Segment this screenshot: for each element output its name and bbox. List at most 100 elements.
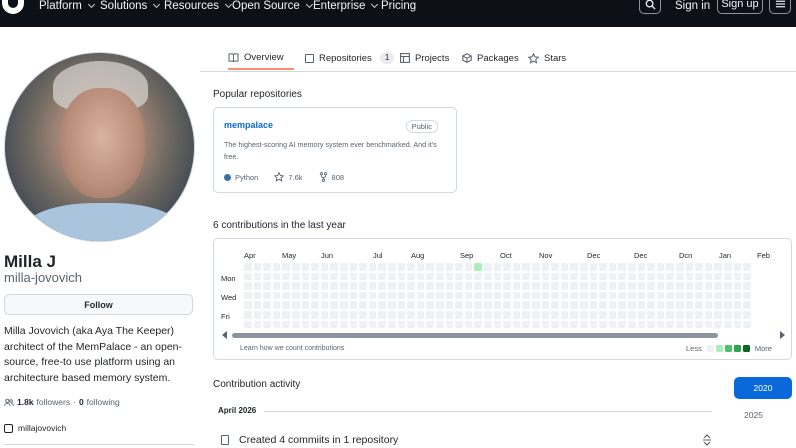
- contribution-day-cell[interactable]: [714, 320, 722, 329]
- contribution-day-cell[interactable]: [311, 320, 319, 329]
- contribution-day-cell[interactable]: [330, 282, 338, 290]
- contribution-day-cell[interactable]: [560, 282, 569, 290]
- contribution-day-cell[interactable]: [320, 272, 329, 281]
- contribution-day-cell[interactable]: [388, 263, 396, 271]
- contribution-day-cell[interactable]: [244, 291, 252, 300]
- contribution-day-cell[interactable]: [426, 320, 434, 329]
- calendar-scrollbar[interactable]: [232, 333, 718, 338]
- scroll-left-arrow-icon[interactable]: [222, 331, 227, 339]
- contribution-day-cell[interactable]: [426, 291, 434, 300]
- contribution-day-cell[interactable]: [301, 301, 310, 309]
- contribution-day-cell[interactable]: [320, 311, 329, 319]
- contribution-day-cell[interactable]: [560, 301, 569, 309]
- contribution-day-cell[interactable]: [311, 263, 319, 271]
- contribution-day-cell[interactable]: [445, 301, 454, 309]
- contribution-day-cell[interactable]: [580, 282, 588, 290]
- followers-label[interactable]: followers: [37, 397, 71, 407]
- contribution-day-cell[interactable]: [551, 282, 559, 290]
- contribution-day-cell[interactable]: [484, 272, 492, 281]
- contribution-day-cell[interactable]: [647, 263, 655, 271]
- contribution-day-cell[interactable]: [532, 282, 540, 290]
- contribution-day-cell[interactable]: [724, 282, 732, 290]
- contribution-day-cell[interactable]: [599, 301, 607, 309]
- contribution-day-cell[interactable]: [340, 301, 348, 309]
- contribution-day-cell[interactable]: [397, 320, 406, 329]
- contribution-day-cell[interactable]: [512, 291, 521, 300]
- contribution-day-cell[interactable]: [618, 320, 626, 329]
- contribution-day-cell[interactable]: [263, 282, 271, 290]
- contribution-day-cell[interactable]: [436, 272, 444, 281]
- tab-projects[interactable]: Projects: [400, 46, 449, 70]
- contribution-day-cell[interactable]: [464, 301, 473, 309]
- contribution-day-cell[interactable]: [676, 291, 684, 300]
- contribution-day-cell[interactable]: [244, 272, 252, 281]
- contribution-day-cell[interactable]: [282, 311, 290, 319]
- contribution-day-cell[interactable]: [695, 263, 703, 271]
- year-2020-button[interactable]: 2020: [734, 377, 792, 399]
- contribution-day-cell[interactable]: [253, 263, 262, 271]
- contribution-day-cell[interactable]: [455, 291, 463, 300]
- contribution-day-cell[interactable]: [292, 263, 300, 271]
- contribution-day-cell[interactable]: [656, 320, 665, 329]
- contribution-day-cell[interactable]: [743, 282, 751, 290]
- contribution-day-cell[interactable]: [320, 320, 329, 329]
- contribution-day-cell[interactable]: [263, 272, 271, 281]
- contribution-day-cell[interactable]: [685, 272, 694, 281]
- contribution-day-cell[interactable]: [493, 311, 502, 319]
- contribution-day-cell[interactable]: [388, 301, 396, 309]
- contribution-day-cell[interactable]: [580, 320, 588, 329]
- contribution-day-cell[interactable]: [244, 263, 252, 271]
- contribution-day-cell[interactable]: [474, 263, 482, 271]
- following-label[interactable]: following: [87, 397, 120, 407]
- contribution-day-cell[interactable]: [311, 272, 319, 281]
- contribution-day-cell[interactable]: [551, 301, 559, 309]
- contribution-day-cell[interactable]: [493, 263, 502, 271]
- contribution-day-cell[interactable]: [695, 320, 703, 329]
- contribution-day-cell[interactable]: [532, 272, 540, 281]
- contribution-day-cell[interactable]: [714, 282, 722, 290]
- contribution-day-cell[interactable]: [464, 320, 473, 329]
- contribution-day-cell[interactable]: [282, 272, 290, 281]
- contribution-day-cell[interactable]: [388, 282, 396, 290]
- contribution-day-cell[interactable]: [436, 291, 444, 300]
- contribution-day-cell[interactable]: [388, 320, 396, 329]
- contribution-day-cell[interactable]: [416, 301, 425, 309]
- contribution-day-cell[interactable]: [378, 263, 386, 271]
- contribution-day-cell[interactable]: [493, 301, 502, 309]
- contribution-day-cell[interactable]: [541, 272, 550, 281]
- contribution-day-cell[interactable]: [464, 272, 473, 281]
- contribution-day-cell[interactable]: [743, 263, 751, 271]
- contribution-day-cell[interactable]: [733, 291, 742, 300]
- contribution-day-cell[interactable]: [474, 272, 482, 281]
- contribution-day-cell[interactable]: [282, 320, 290, 329]
- contribution-day-cell[interactable]: [272, 291, 281, 300]
- contribution-day-cell[interactable]: [407, 301, 415, 309]
- contribution-day-cell[interactable]: [608, 263, 617, 271]
- contribution-day-cell[interactable]: [407, 263, 415, 271]
- contribution-day-cell[interactable]: [474, 320, 482, 329]
- contribution-day-cell[interactable]: [714, 301, 722, 309]
- contribution-day-cell[interactable]: [292, 272, 300, 281]
- contribution-day-cell[interactable]: [608, 291, 617, 300]
- contribution-day-cell[interactable]: [532, 320, 540, 329]
- contribution-day-cell[interactable]: [378, 282, 386, 290]
- contribution-day-cell[interactable]: [637, 320, 646, 329]
- contribution-day-cell[interactable]: [436, 311, 444, 319]
- contribution-day-cell[interactable]: [618, 291, 626, 300]
- contribution-day-cell[interactable]: [608, 272, 617, 281]
- tab-overview[interactable]: Overview: [228, 46, 294, 70]
- contribution-day-cell[interactable]: [560, 320, 569, 329]
- contribution-day-cell[interactable]: [320, 282, 329, 290]
- contribution-day-cell[interactable]: [618, 263, 626, 271]
- contribution-day-cell[interactable]: [349, 301, 358, 309]
- contribution-day-cell[interactable]: [522, 291, 530, 300]
- contribution-day-cell[interactable]: [426, 311, 434, 319]
- contribution-day-cell[interactable]: [349, 272, 358, 281]
- contribution-day-cell[interactable]: [676, 311, 684, 319]
- contribution-day-cell[interactable]: [589, 320, 598, 329]
- contribution-day-cell[interactable]: [541, 282, 550, 290]
- contribution-day-cell[interactable]: [359, 291, 367, 300]
- contribution-day-cell[interactable]: [589, 291, 598, 300]
- repo-forks-count[interactable]: 808: [332, 173, 345, 182]
- contribution-day-cell[interactable]: [292, 291, 300, 300]
